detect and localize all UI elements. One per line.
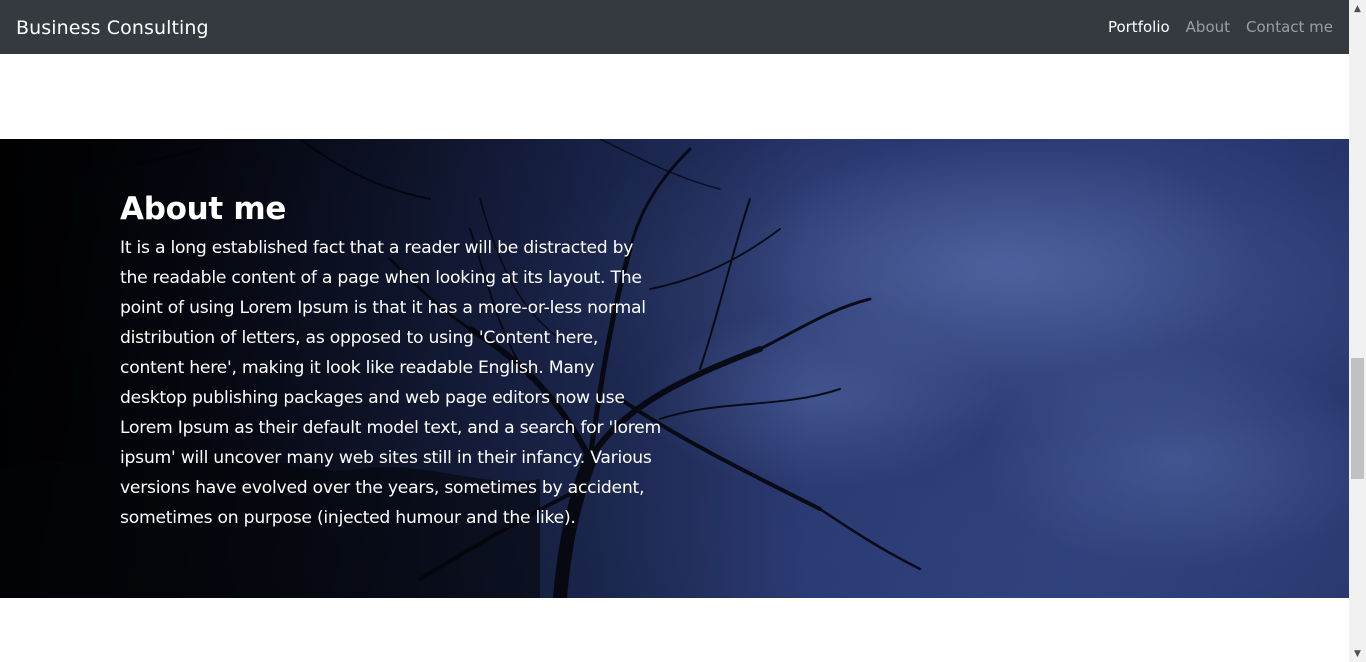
navbar: Business Consulting Portfolio About Cont… [0, 0, 1349, 54]
about-title: About me [120, 191, 287, 227]
nav-link-contact[interactable]: Contact me [1230, 18, 1333, 36]
about-text: It is a long established fact that a rea… [120, 238, 661, 528]
about-section: About me It is a long established fact t… [0, 139, 1349, 598]
scrollbar-thumb[interactable] [1351, 358, 1364, 479]
page: Business Consulting Portfolio About Cont… [0, 0, 1366, 662]
nav-link-about[interactable]: About [1170, 18, 1230, 36]
top-spacer [0, 54, 1349, 139]
nav-links: Portfolio About Contact me [1108, 18, 1333, 36]
about-content: About me It is a long established fact t… [120, 189, 665, 533]
vertical-scrollbar[interactable]: ▲ ▼ [1349, 0, 1366, 662]
nav-link-portfolio[interactable]: Portfolio [1108, 18, 1170, 36]
bottom-spacer [0, 598, 1349, 662]
brand-link[interactable]: Business Consulting [16, 17, 209, 39]
arrow-up-icon[interactable]: ▲ [1349, 0, 1366, 17]
arrow-down-icon[interactable]: ▼ [1349, 645, 1366, 662]
